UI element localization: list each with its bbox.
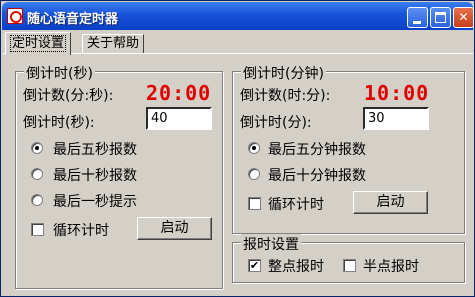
checkbox-label[interactable]: 半点报时 <box>363 256 419 276</box>
loop-checkbox[interactable] <box>248 197 261 210</box>
radio-last-one-second[interactable] <box>31 194 43 206</box>
radio-last-five-minutes[interactable] <box>248 142 260 154</box>
close-button[interactable]: ✕ <box>453 7 474 28</box>
count-label: 倒计数(时:分): <box>240 88 331 104</box>
minimize-button[interactable] <box>407 7 428 28</box>
tab-label: 定时设置 <box>10 35 67 52</box>
tab-panel: 倒计时(秒) 倒计数(分:秒): 20:00 倒计时(秒): 40 最后五秒报数… <box>3 53 473 295</box>
countdown-display: 20:00 <box>146 81 212 105</box>
radio-label[interactable]: 最后五秒报数 <box>53 139 137 159</box>
tab-timer-settings[interactable]: 定时设置 <box>5 32 72 55</box>
tab-label: 关于帮助 <box>87 36 140 51</box>
checkbox-label[interactable]: 循环计时 <box>53 220 109 240</box>
tab-about-help[interactable]: 关于帮助 <box>82 34 145 54</box>
close-icon: ✕ <box>458 10 469 24</box>
count-label: 倒计数(分:秒): <box>23 88 114 104</box>
maximize-button[interactable] <box>430 7 451 28</box>
chime-settings-group: 报时设置 ✔ 整点报时 半点报时 <box>232 234 465 283</box>
start-button[interactable]: 启动 <box>137 217 212 240</box>
radio-label[interactable]: 最后十秒报数 <box>53 165 137 185</box>
input-label: 倒计时(分): <box>240 115 312 131</box>
radio-label[interactable]: 最后一秒提示 <box>53 191 137 211</box>
start-button[interactable]: 启动 <box>353 191 428 214</box>
radio-last-ten-seconds[interactable] <box>31 168 43 180</box>
checkbox-label[interactable]: 循环计时 <box>268 194 324 214</box>
loop-checkbox[interactable] <box>31 223 44 236</box>
title-bar[interactable]: 随心语音定时器 ✕ <box>2 2 474 30</box>
minutes-countdown-group: 倒计时(分钟) 倒计数(时:分): 10:00 倒计时(分): 30 最后五分钟… <box>232 63 465 234</box>
hourly-chime-checkbox[interactable]: ✔ <box>248 259 261 272</box>
group-title: 倒计时(秒) <box>24 63 95 83</box>
radio-label[interactable]: 最后五分钟报数 <box>268 139 366 159</box>
checkbox-label[interactable]: 整点报时 <box>268 256 324 276</box>
radio-last-five-seconds[interactable] <box>31 142 43 154</box>
group-title: 报时设置 <box>241 234 301 254</box>
radio-label[interactable]: 最后十分钟报数 <box>268 165 366 185</box>
clock-icon <box>7 8 23 24</box>
app-window: 随心语音定时器 ✕ 定时设置 关于帮助 倒计时(秒) 倒计数(分:秒): 20:… <box>0 0 475 297</box>
input-label: 倒计时(秒): <box>23 115 95 131</box>
seconds-input[interactable]: 40 <box>146 107 212 130</box>
minimize-icon <box>413 21 421 24</box>
half-hour-chime-checkbox[interactable] <box>343 259 356 272</box>
minutes-input[interactable]: 30 <box>363 107 429 130</box>
countdown-display: 10:00 <box>364 81 430 105</box>
window-title: 随心语音定时器 <box>27 12 119 27</box>
maximize-icon <box>435 12 446 23</box>
seconds-countdown-group: 倒计时(秒) 倒计数(分:秒): 20:00 倒计时(秒): 40 最后五秒报数… <box>15 63 223 289</box>
radio-last-ten-minutes[interactable] <box>248 168 260 180</box>
tab-strip: 定时设置 关于帮助 <box>3 32 474 55</box>
group-title: 倒计时(分钟) <box>241 63 326 83</box>
